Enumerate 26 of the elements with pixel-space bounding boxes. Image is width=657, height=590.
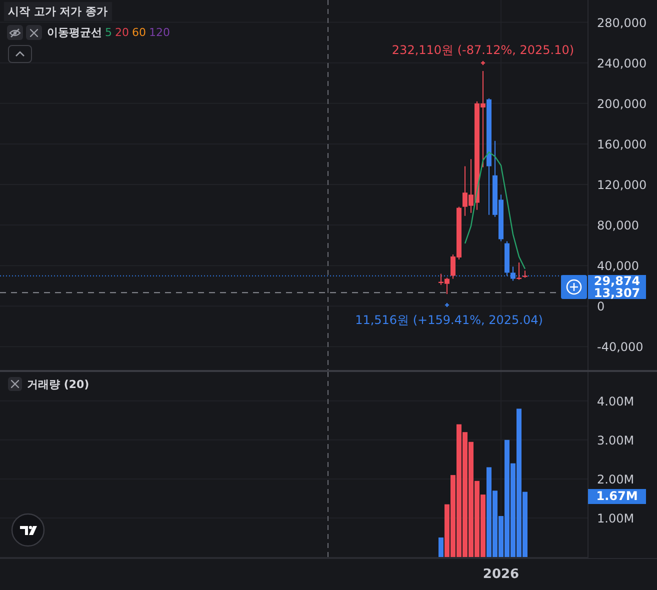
axis-label: 2.00M: [597, 472, 634, 486]
axis-label: 80,000: [597, 218, 639, 233]
period-value: 60: [132, 26, 146, 39]
period-value: 20: [115, 26, 129, 39]
axis-label: 1.00M: [597, 511, 634, 526]
ohlc-legend: 시작 고가 저가 종가: [4, 2, 112, 21]
axis-label: 3.00M: [597, 433, 634, 448]
axis-label: 200,000: [597, 96, 647, 111]
price-line-label: 29,874: [594, 275, 640, 287]
price-line-label: 13,307: [594, 287, 640, 299]
axis-label: 0: [597, 300, 605, 314]
price-annotation: 11,516원 (+159.41%, 2025.04): [355, 312, 543, 327]
axis-label: 4.00M: [597, 394, 634, 408]
volume-title: 거래량 (20): [27, 376, 90, 392]
axis-label: 160,000: [597, 137, 647, 152]
time-axis-label: 2026: [482, 566, 520, 582]
axis-label: 240,000: [597, 56, 647, 70]
axis-label: 40,000: [597, 259, 639, 274]
axis-label: -40,000: [597, 340, 644, 354]
price-annotation: 232,110원 (-87.12%, 2025.10): [392, 42, 574, 57]
axis-label: 280,000: [597, 16, 647, 30]
period-value: 5: [105, 26, 112, 39]
volume-badge: 1.67M: [588, 488, 646, 504]
indicator-name: 이동평균선: [47, 25, 102, 40]
axis-label: 120,000: [597, 178, 647, 192]
period-value: 120: [149, 26, 170, 39]
